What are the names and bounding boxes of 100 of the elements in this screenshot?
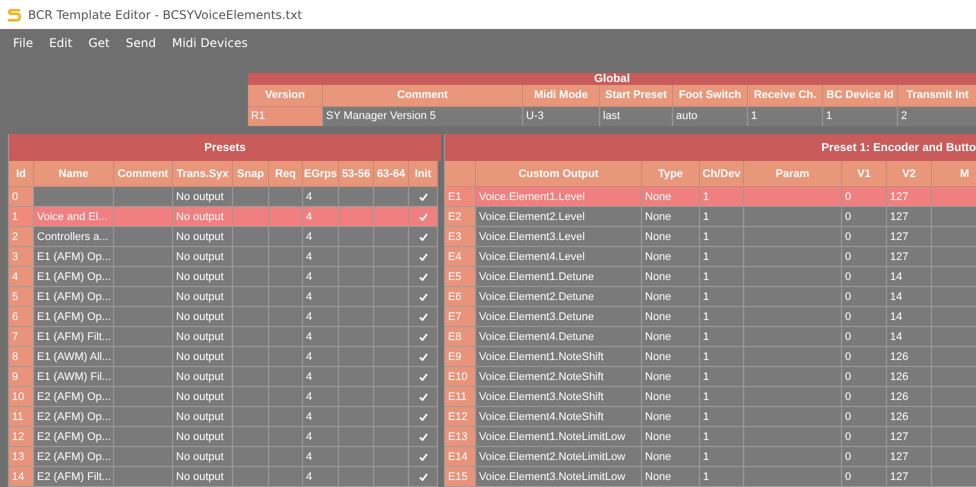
column-header[interactable]: EGrps — [303, 161, 339, 187]
table-row[interactable]: 7 E1 (AFM) Filt... No output 4 — [9, 327, 441, 347]
column-header[interactable]: Midi Mode — [523, 84, 600, 107]
column-header[interactable]: Receive Ch. — [748, 84, 823, 107]
table-cell: 127 — [887, 467, 932, 487]
menu-item[interactable]: Send — [118, 32, 164, 53]
column-header[interactable]: Custom Output — [476, 161, 642, 187]
row-header-cell: 11 — [9, 407, 34, 427]
table-cell — [339, 267, 374, 287]
menu-item[interactable]: Get — [80, 32, 118, 53]
column-header[interactable]: Trans.Syx — [173, 161, 233, 187]
menu-item[interactable]: Midi Devices — [164, 32, 256, 53]
table-cell — [114, 467, 173, 487]
row-header-cell: 1 — [9, 207, 34, 227]
table-row[interactable]: 2 Controllers a... No output 4 — [9, 227, 441, 247]
table-row[interactable]: 3 E1 (AFM) Op... No output 4 — [9, 247, 441, 267]
column-header[interactable]: Type — [642, 161, 700, 187]
table-row[interactable]: E14 Voice.Element2.NoteLimitLow None 1 0 127 — [445, 447, 976, 467]
check-icon[interactable] — [418, 392, 428, 400]
table-row[interactable]: E12 Voice.Element4.NoteShift None 1 0 126 — [445, 407, 976, 427]
table-row[interactable]: E3 Voice.Element3.Level None 1 0 127 — [445, 227, 976, 247]
check-icon[interactable] — [418, 212, 428, 220]
table-cell: 0 — [842, 387, 887, 407]
check-icon[interactable] — [418, 412, 428, 420]
column-header[interactable]: Id — [9, 161, 34, 187]
table-row[interactable]: E7 Voice.Element3.Detune None 1 0 14 — [445, 307, 976, 327]
column-header[interactable]: Param — [744, 161, 842, 187]
column-header[interactable]: M — [932, 161, 976, 187]
menu-item[interactable]: File — [5, 32, 42, 53]
table-row[interactable]: E9 Voice.Element1.NoteShift None 1 0 126 — [445, 347, 976, 367]
table-row[interactable]: E10 Voice.Element2.NoteShift None 1 0 126 — [445, 367, 976, 387]
row-header-cell: E11 — [445, 387, 476, 407]
table-cell — [233, 407, 269, 427]
check-icon[interactable] — [418, 232, 428, 240]
table-cell: 0 — [842, 467, 887, 487]
column-header[interactable]: Name — [34, 161, 114, 187]
column-header[interactable]: 53-56 — [339, 161, 374, 187]
table-cell — [114, 387, 173, 407]
table-row[interactable]: 6 E1 (AFM) Op... No output 4 — [9, 307, 441, 327]
table-cell — [114, 207, 173, 227]
table-cell: 1 — [700, 327, 744, 347]
table-row[interactable]: 4 E1 (AFM) Op... No output 4 — [9, 267, 441, 287]
table-cell — [269, 327, 303, 347]
table-row[interactable]: E2 Voice.Element2.Level None 1 0 127 — [445, 207, 976, 227]
table-row[interactable]: 10 E2 (AFM) Op... No output 4 — [9, 387, 441, 407]
check-icon[interactable] — [418, 272, 428, 280]
table-row[interactable]: E8 Voice.Element4.Detune None 1 0 14 — [445, 327, 976, 347]
table-row[interactable]: 5 E1 (AFM) Op... No output 4 — [9, 287, 441, 307]
column-header[interactable]: Comment — [323, 84, 523, 107]
check-icon[interactable] — [418, 332, 428, 340]
check-icon[interactable] — [418, 352, 428, 360]
column-header[interactable]: Comment — [114, 161, 173, 187]
table-row[interactable]: E5 Voice.Element1.Detune None 1 0 14 — [445, 267, 976, 287]
column-header[interactable]: Foot Switch — [673, 84, 748, 107]
table-row[interactable]: 0 No output 4 — [9, 187, 441, 207]
check-icon[interactable] — [418, 312, 428, 320]
table-row[interactable]: E6 Voice.Element2.Detune None 1 0 14 — [445, 287, 976, 307]
check-icon[interactable] — [418, 452, 428, 460]
table-row[interactable]: R1 SY Manager Version 5 U-3 last auto 1 1 2 — [248, 106, 976, 126]
table-row[interactable]: 13 E2 (AFM) Op... No output 4 — [9, 447, 441, 467]
table-cell: 0 — [842, 347, 887, 367]
table-row[interactable]: E15 Voice.Element3.NoteLimitLow None 1 0 127 — [445, 467, 976, 487]
column-header[interactable]: Req — [269, 161, 303, 187]
table-row[interactable]: 9 E1 (AWM) Fil... No output 4 — [9, 367, 441, 387]
table-row[interactable]: E1 Voice.Element1.Level None 1 0 127 — [445, 187, 976, 207]
table-cell — [114, 367, 173, 387]
check-icon[interactable] — [418, 432, 428, 440]
table-cell — [374, 327, 409, 347]
table-row[interactable]: E13 Voice.Element1.NoteLimitLow None 1 0 127 — [445, 427, 976, 447]
table-row[interactable]: 14 E2 (AFM) Filt... No output 4 — [9, 467, 441, 487]
table-cell: 4 — [303, 447, 339, 467]
menu-item[interactable]: Edit — [41, 32, 80, 53]
app-logo-icon — [6, 6, 22, 23]
column-header[interactable]: BC Device Id — [823, 84, 898, 107]
table-cell: No output — [173, 387, 233, 407]
column-header[interactable]: Init — [409, 161, 438, 187]
check-icon[interactable] — [418, 372, 428, 380]
table-row[interactable]: 12 E2 (AFM) Op... No output 4 — [9, 427, 441, 447]
column-header[interactable]: Ch/Dev — [700, 161, 744, 187]
row-header-cell: E4 — [445, 247, 476, 267]
row-header-cell: E8 — [445, 327, 476, 347]
check-icon[interactable] — [418, 472, 428, 480]
column-header[interactable]: Snap — [233, 161, 269, 187]
table-cell: None — [642, 287, 700, 307]
table-row[interactable]: E11 Voice.Element3.NoteShift None 1 0 126 — [445, 387, 976, 407]
column-header[interactable]: Version — [248, 84, 323, 107]
table-row[interactable]: 1 Voice and El... No output 4 — [9, 207, 441, 227]
check-icon[interactable] — [418, 252, 428, 260]
check-icon[interactable] — [418, 192, 428, 200]
column-header[interactable]: Start Preset — [600, 84, 673, 107]
column-header[interactable]: 63-64 — [374, 161, 409, 187]
column-header[interactable]: Transmit Int — [898, 84, 976, 107]
check-icon[interactable] — [418, 292, 428, 300]
table-row[interactable]: 8 E1 (AWM) All... No output 4 — [9, 347, 441, 367]
table-cell — [114, 267, 173, 287]
table-row[interactable]: E4 Voice.Element4.Level None 1 0 127 — [445, 247, 976, 267]
table-cell: None — [642, 447, 700, 467]
column-header[interactable]: V2 — [887, 161, 932, 187]
table-row[interactable]: 11 E2 (AFM) Op... No output 4 — [9, 407, 441, 427]
column-header[interactable]: V1 — [842, 161, 887, 187]
